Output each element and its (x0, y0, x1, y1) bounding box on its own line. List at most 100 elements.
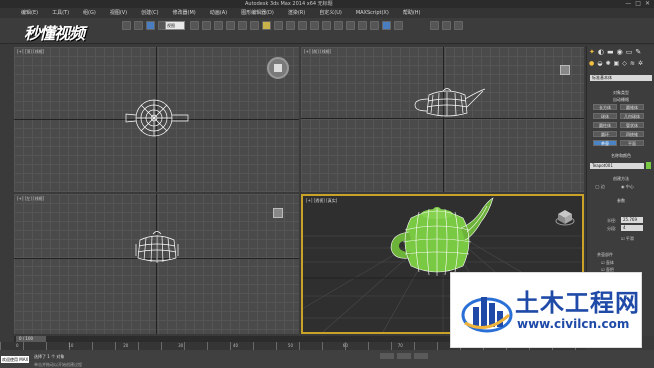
pyramid-button[interactable]: 四棱锥 (620, 131, 644, 137)
menu-create[interactable]: 创建(C) (134, 8, 165, 18)
reference-coord-select[interactable]: 视图 (165, 21, 185, 30)
material-editor-icon[interactable] (358, 21, 367, 30)
geosphere-button[interactable]: 几何球体 (620, 113, 644, 119)
lights-icon[interactable]: ✺ (606, 60, 611, 67)
align-icon[interactable] (310, 21, 319, 30)
cone-button[interactable]: 圆锥体 (620, 104, 644, 110)
named-selection-icon[interactable] (442, 21, 451, 30)
scale-icon[interactable] (238, 21, 247, 30)
segments-field[interactable]: 4 (621, 225, 643, 231)
radius-field[interactable]: 25.769 (621, 217, 643, 223)
torus-button[interactable]: 圆环 (593, 131, 617, 137)
layer-icon[interactable] (322, 21, 331, 30)
snap-icon[interactable] (262, 21, 271, 30)
menu-views[interactable]: 视图(V) (103, 8, 134, 18)
menu-tools[interactable]: 工具(T) (45, 8, 76, 18)
tube-button[interactable]: 管状体 (620, 122, 644, 128)
tick-label: 20 (123, 343, 129, 348)
modify-tab-icon[interactable]: ◐ (598, 49, 604, 56)
maximize-button[interactable]: □ (635, 1, 641, 7)
menu-rendering[interactable]: 渲染(R) (281, 8, 312, 18)
redo-icon[interactable] (134, 21, 143, 30)
tick-label: 50 (287, 343, 293, 348)
viewcube-icon[interactable] (560, 65, 570, 75)
spacewarps-icon[interactable]: ≋ (630, 60, 635, 67)
watermark-url: www.civilcn.com (517, 317, 630, 331)
hierarchy-tab-icon[interactable]: ▬ (607, 49, 614, 56)
pivot-icon[interactable] (250, 21, 259, 30)
object-color-swatch[interactable] (646, 162, 651, 169)
maxscript-listener[interactable]: 欢迎使用 MAX (1, 356, 29, 363)
geometry-icon[interactable]: ● (589, 60, 594, 67)
viewport-front[interactable]: [+] [前] [线框] (301, 47, 584, 192)
object-name-field[interactable]: Teapot001 (590, 163, 644, 169)
select-icon[interactable] (190, 21, 199, 30)
sphere-button[interactable]: 球体 (593, 113, 617, 119)
teapot-top-wireframe[interactable] (122, 95, 192, 141)
menu-animation[interactable]: 动画(A) (203, 8, 234, 18)
render-icon[interactable] (394, 21, 403, 30)
viewport-icon[interactable] (454, 21, 463, 30)
z-coord-field[interactable] (414, 353, 428, 359)
y-coord-field[interactable] (397, 353, 411, 359)
systems-icon[interactable]: ✲ (638, 60, 643, 67)
display-tab-icon[interactable]: ▭ (626, 49, 633, 56)
toolbar-icons-3 (430, 21, 463, 30)
helpers-icon[interactable]: ◇ (622, 60, 627, 67)
render-frame-icon[interactable] (382, 21, 391, 30)
viewcube-icon[interactable] (273, 208, 283, 218)
object-type-header[interactable]: 对象类型 (593, 90, 649, 96)
category-dropdown[interactable]: 标准基本体 (590, 75, 652, 81)
menu-maxscript[interactable]: MAXScript(X) (349, 8, 396, 18)
render-setup-icon[interactable] (370, 21, 379, 30)
menu-help[interactable]: 帮助(H) (396, 8, 428, 18)
creation-center-radio[interactable]: ◉ 中心 (621, 184, 634, 190)
move-icon[interactable] (214, 21, 223, 30)
viewport-label[interactable]: [+] [顶] [线框] (17, 49, 44, 55)
x-coord-field[interactable] (380, 353, 394, 359)
plane-button[interactable]: 平面 (620, 140, 644, 146)
minimize-button[interactable]: — (625, 1, 631, 7)
rotate-icon[interactable] (226, 21, 235, 30)
create-tab-icon[interactable]: ✦ (589, 49, 595, 56)
name-color-header[interactable]: 名称和颜色 (593, 153, 649, 159)
viewcube-icon[interactable] (267, 57, 289, 79)
select-region-icon[interactable] (202, 21, 211, 30)
undo-icon[interactable] (122, 21, 131, 30)
angle-snap-icon[interactable] (274, 21, 283, 30)
curve-editor-icon[interactable] (334, 21, 343, 30)
viewport-top[interactable]: [+] [顶] [线框] (14, 47, 299, 192)
cameras-icon[interactable]: ▣ (614, 60, 620, 67)
viewport-label[interactable]: [+] [前] [线框] (304, 49, 331, 55)
link-icon[interactable] (146, 21, 155, 30)
motion-tab-icon[interactable]: ◉ (617, 49, 623, 56)
teapot-front-wireframe[interactable] (407, 85, 487, 121)
schematic-icon[interactable] (346, 21, 355, 30)
menu-modifiers[interactable]: 修改器(M) (166, 8, 203, 18)
autogrid-checkbox[interactable]: 自动栅格 (593, 97, 649, 103)
creation-edge-radio[interactable]: ◯ 边 (595, 184, 605, 190)
teapot-button[interactable]: 茶壶 (593, 140, 617, 146)
menu-bar: 编辑(E) 工具(T) 组(G) 视图(V) 创建(C) 修改器(M) 动画(A… (0, 8, 654, 18)
menu-graph-editors[interactable]: 图形编辑器(D) (234, 8, 281, 18)
shapes-icon[interactable]: ◒ (597, 60, 602, 67)
close-button[interactable]: ✕ (645, 1, 650, 7)
teapot-left-wireframe[interactable] (134, 228, 180, 266)
viewcube-icon[interactable] (555, 208, 575, 228)
status-bar: 欢迎使用 MAX 选择了 1 个 对象 单击并拖动以开始创建过程 (0, 350, 654, 368)
menu-customize[interactable]: 自定义(U) (312, 8, 349, 18)
viewport-left[interactable]: [+] [左] [线框] (14, 194, 299, 334)
smooth-checkbox[interactable]: ☑ 平滑 (621, 236, 634, 242)
part-body-checkbox[interactable]: ☑ 壶体 (601, 260, 614, 266)
viewport-label[interactable]: [+] [左] [线框] (17, 196, 44, 202)
box-button[interactable]: 长方体 (593, 104, 617, 110)
menu-edit[interactable]: 编辑(E) (14, 8, 45, 18)
utilities-tab-icon[interactable]: ✎ (635, 49, 641, 56)
cylinder-button[interactable]: 圆柱体 (593, 122, 617, 128)
mirror-icon[interactable] (298, 21, 307, 30)
ribbon-icon[interactable] (430, 21, 439, 30)
percent-snap-icon[interactable] (286, 21, 295, 30)
creation-method-header[interactable]: 创建方法 (593, 176, 649, 182)
menu-group[interactable]: 组(G) (76, 8, 103, 18)
parameters-header[interactable]: 参数 (593, 198, 649, 204)
